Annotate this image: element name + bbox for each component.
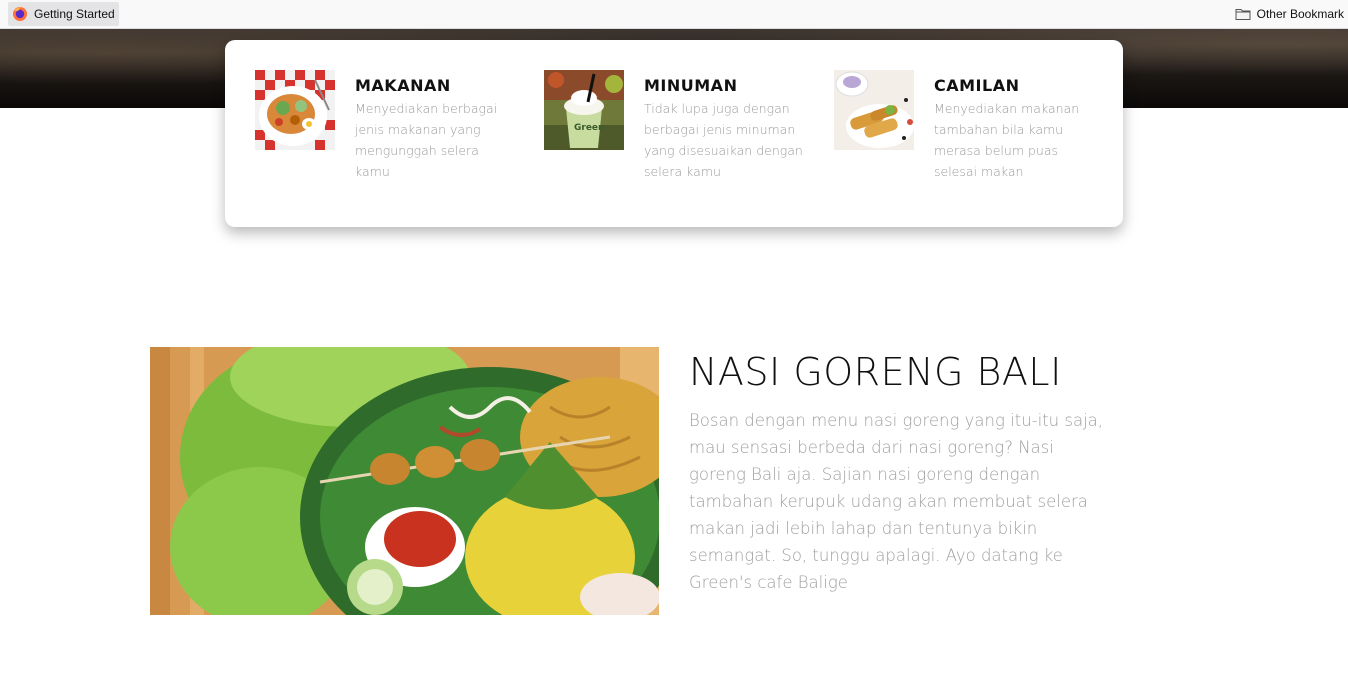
dish-description: Bosan dengan menu nasi goreng yang itu-i… xyxy=(689,411,1104,592)
bookmark-getting-started[interactable]: Getting Started xyxy=(8,2,119,26)
feature-title: CAMILAN xyxy=(934,76,1020,95)
feature-description: Menyediakan makanan tambahan bila kamu m… xyxy=(934,101,1080,179)
nasi-goreng-photo xyxy=(150,347,659,615)
feature-title: MINUMAN xyxy=(644,76,738,95)
green-drink-photo: Green xyxy=(544,70,624,150)
bookmark-label: Other Bookmark xyxy=(1256,7,1344,21)
folder-icon xyxy=(1235,9,1251,20)
spring-rolls-photo xyxy=(834,70,914,150)
feature-description: Tidak lupa juga dengan berbagai jenis mi… xyxy=(644,101,803,179)
feature-title: MAKANAN xyxy=(355,76,451,95)
firefox-icon xyxy=(13,7,27,21)
svg-text:Green: Green xyxy=(574,123,604,133)
bookmark-label: Getting Started xyxy=(34,7,115,21)
dish-title: NASI GORENG BALI xyxy=(689,350,1062,394)
food-plate-photo xyxy=(255,70,335,150)
feature-card: MAKANAN Menyediakan berbagai jenis makan… xyxy=(225,40,1123,227)
bookmarks-toolbar: Getting Started Other Bookmark xyxy=(0,0,1348,29)
bookmark-other[interactable]: Other Bookmark xyxy=(1231,2,1348,26)
feature-description: Menyediakan berbagai jenis makanan yang … xyxy=(355,101,498,179)
